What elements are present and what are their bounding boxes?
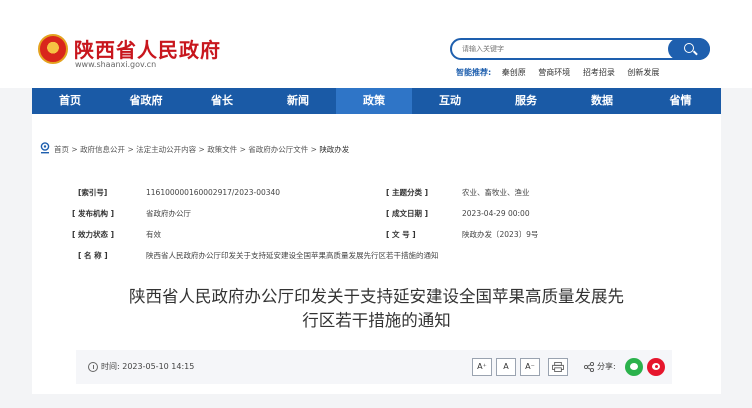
- search-input[interactable]: [462, 42, 662, 56]
- breadcrumb-current: 陕政办发: [319, 145, 350, 154]
- font-decrease-button[interactable]: A⁻: [520, 358, 540, 376]
- document-title-line: 行区若干措施的通知: [302, 311, 451, 330]
- meta-value: 农业、畜牧业、渔业: [462, 188, 530, 197]
- nav-item-policy[interactable]: 政策: [336, 88, 412, 114]
- document-title: 陕西省人民政府办公厅印发关于支持延安建设全国苹果高质量发展先 行区若干措施的通知: [32, 285, 721, 333]
- meta-row: [ 发布机构 ] 省政府办公厅 [ 成文日期 ] 2023-04-29 00:0…: [66, 205, 696, 223]
- breadcrumb-link[interactable]: 政府信息公开: [80, 145, 125, 154]
- wechat-share-icon[interactable]: [625, 358, 643, 376]
- nav-item-interaction[interactable]: 互动: [412, 88, 488, 114]
- meta-value: 2023-04-29 00:00: [462, 209, 530, 218]
- smart-recommend-label: 智能推荐:: [456, 68, 492, 77]
- breadcrumb-link[interactable]: 法定主动公开内容: [136, 145, 196, 154]
- location-icon: [40, 142, 50, 154]
- search-button[interactable]: [668, 38, 710, 60]
- nav-item-province-info[interactable]: 省情: [640, 88, 721, 114]
- clock-icon: [88, 362, 98, 372]
- document-title-line: 陕西省人民政府办公厅印发关于支持延安建设全国苹果高质量发展先: [129, 287, 624, 306]
- document-meta-table: [索引号] 11610000016000291​7/2023-00340 [ 主…: [66, 184, 696, 266]
- meta-label: [索引号]: [78, 188, 108, 197]
- recommend-keyword[interactable]: 创新发展: [627, 68, 659, 77]
- meta-row: [索引号] 11610000016000291​7/2023-00340 [ 主…: [66, 184, 696, 202]
- font-default-button[interactable]: A: [496, 358, 516, 376]
- nav-item-data[interactable]: 数据: [564, 88, 640, 114]
- share-label: 分享:: [597, 362, 616, 371]
- emblem-icon[interactable]: [38, 34, 68, 64]
- meta-value: 陕政办发〔2023〕9号: [462, 230, 539, 239]
- smart-recommend: 智能推荐: 秦创原 营商环境 招考招录 创新发展: [456, 67, 669, 78]
- meta-value: 省政府办公厅: [146, 209, 191, 218]
- publish-time-value: 2023-05-10 14:15: [122, 362, 195, 371]
- meta-value: 11610000016000291​7/2023-00340: [146, 188, 281, 197]
- document-toolbar: 时间: 2023-05-10 14:15 A⁺ A A⁻ 分享:: [76, 350, 672, 384]
- meta-row: [ 效力状态 ] 有效 [ 文 号 ] 陕政办发〔2023〕9号: [66, 226, 696, 244]
- nav-item-news[interactable]: 新闻: [260, 88, 336, 114]
- meta-value: 陕西省人民政府办公厅印发关于支持延安建设全国苹果高质量发展先行区若干措施的通知: [146, 251, 439, 260]
- site-header: 陕西省人民政府 www.shaanxi.gov.cn 智能推荐: 秦创原 营商环…: [0, 0, 752, 88]
- recommend-keyword[interactable]: 招考招录: [583, 68, 615, 77]
- nav-item-service[interactable]: 服务: [488, 88, 564, 114]
- font-increase-button[interactable]: A⁺: [472, 358, 492, 376]
- site-title[interactable]: 陕西省人民政府: [74, 34, 221, 63]
- meta-label: [ 文 号 ]: [386, 230, 416, 239]
- breadcrumb: 首页 > 政府信息公开 > 法定主动公开内容 > 政策文件 > 省政府办公厅文件…: [54, 145, 350, 154]
- breadcrumb-link[interactable]: 省政府办公厅文件: [248, 145, 308, 154]
- meta-label: [ 成文日期 ]: [386, 209, 429, 218]
- search-box: [450, 38, 710, 60]
- meta-label: [ 效力状态 ]: [72, 230, 115, 239]
- nav-item-governor[interactable]: 省长: [184, 88, 260, 114]
- meta-label: [ 名 称 ]: [78, 251, 108, 260]
- nav-item-government[interactable]: 省政府: [108, 88, 184, 114]
- meta-row: [ 名 称 ] 陕西省人民政府办公厅印发关于支持延安建设全国苹果高质量发展先行区…: [66, 247, 696, 265]
- meta-value: 有效: [146, 230, 161, 239]
- nav-item-home[interactable]: 首页: [32, 88, 108, 114]
- share-icon: [584, 362, 594, 372]
- recommend-keyword[interactable]: 营商环境: [538, 68, 570, 77]
- publish-time: 时间: 2023-05-10 14:15: [101, 362, 195, 371]
- main-nav: 首页 省政府 省长 新闻 政策 互动 服务 数据 省情: [32, 88, 721, 114]
- weibo-share-icon[interactable]: [647, 358, 665, 376]
- meta-label: [ 主题分类 ]: [386, 188, 429, 197]
- print-icon[interactable]: [548, 358, 568, 376]
- meta-label: [ 发布机构 ]: [72, 209, 115, 218]
- recommend-keyword[interactable]: 秦创原: [502, 68, 526, 77]
- site-url: www.shaanxi.gov.cn: [75, 60, 157, 69]
- breadcrumb-link[interactable]: 首页: [54, 145, 69, 154]
- breadcrumb-link[interactable]: 政策文件: [207, 145, 237, 154]
